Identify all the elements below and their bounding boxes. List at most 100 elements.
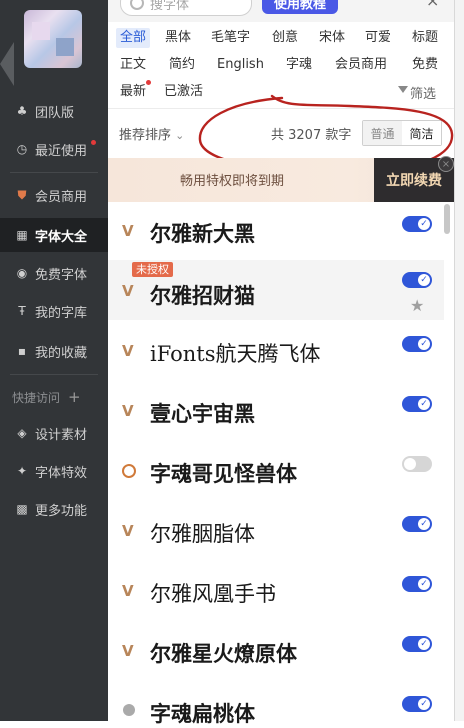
sidebar-item-label: 字体大全	[35, 229, 88, 245]
banner-close-icon[interactable]: ×	[438, 156, 454, 172]
font-name: 尔雅星火燎原体	[150, 641, 297, 666]
sort-dropdown[interactable]: 推荐排序 ⌄	[119, 124, 184, 143]
sidebar-item-label: 我的收藏	[35, 345, 88, 361]
category-tag[interactable]: 正文	[116, 55, 150, 75]
font-activate-toggle[interactable]: ✓	[402, 576, 432, 592]
clock-icon: ◷	[16, 142, 28, 156]
font-activate-toggle[interactable]: ✓	[402, 272, 432, 288]
font-activate-toggle[interactable]	[402, 456, 432, 472]
font-name: 尔雅新大黑	[150, 221, 255, 246]
sidebar-item-my-library[interactable]: Ŧ 我的字库	[0, 294, 108, 328]
star-icon[interactable]: ★	[410, 296, 424, 315]
unauthorized-badge: 未授权	[132, 262, 173, 277]
sidebar-item-more[interactable]: ▩ 更多功能	[0, 492, 108, 526]
category-tag[interactable]: 标题	[408, 28, 442, 48]
sidebar-item-recent[interactable]: ◷ 最近使用	[0, 132, 108, 166]
font-name: iFonts航天腾飞体	[150, 342, 321, 366]
collapse-arrow-icon[interactable]	[0, 42, 14, 86]
check-icon: ✓	[418, 698, 430, 710]
quick-access-label: 快捷访问	[12, 390, 61, 405]
sidebar-item-label: 更多功能	[35, 503, 88, 519]
font-library-icon: Ŧ	[18, 304, 26, 318]
check-icon: ✓	[418, 218, 430, 230]
check-icon: ✓	[418, 518, 430, 530]
sort-label: 推荐排序	[119, 128, 172, 143]
vip-crown-icon: V	[122, 222, 134, 240]
sidebar-item-free-fonts[interactable]: ◉ 免费字体	[0, 256, 108, 290]
font-activate-toggle[interactable]: ✓	[402, 396, 432, 412]
category-tag[interactable]: 毛笔字	[207, 28, 254, 48]
check-icon: ✓	[418, 274, 430, 286]
sidebar-item-label: 设计素材	[35, 427, 88, 443]
tutorial-button[interactable]: 使用教程	[262, 0, 338, 14]
vip-crown-icon: V	[122, 582, 134, 600]
font-list-item[interactable]: V 尔雅风凰手书 ✓	[108, 564, 444, 624]
font-activate-toggle[interactable]: ✓	[402, 636, 432, 652]
font-name: 壹心宇宙黑	[150, 401, 255, 426]
sidebar-item-team[interactable]: ♣ 团队版	[0, 94, 108, 128]
vip-crown-icon: V	[122, 522, 134, 540]
layers-icon: ◈	[17, 426, 27, 440]
check-icon: ✓	[418, 338, 430, 350]
check-icon: ✓	[418, 578, 430, 590]
sidebar-item-all-fonts[interactable]: ▦ 字体大全	[0, 218, 108, 252]
category-tag[interactable]: 可爱	[361, 28, 395, 48]
font-activate-toggle[interactable]: ✓	[402, 696, 432, 712]
sidebar-item-label: 最近使用	[35, 143, 88, 159]
sidebar-item-favorites[interactable]: ▪ 我的收藏	[0, 334, 108, 368]
font-list-item[interactable]: V 壹心宇宙黑 ✓	[108, 384, 444, 444]
sidebar-item-label: 字体特效	[35, 465, 88, 481]
notification-dot	[91, 140, 96, 145]
font-name: 尔雅胭脂体	[150, 522, 255, 546]
search-placeholder: 搜字体	[150, 0, 190, 13]
font-activate-toggle[interactable]: ✓	[402, 516, 432, 532]
zihun-brand-icon	[123, 704, 135, 716]
scrollbar-thumb[interactable]	[444, 204, 450, 234]
quick-access-header[interactable]: 快捷访问 +	[0, 380, 108, 414]
category-tag[interactable]: 免费	[408, 55, 442, 75]
font-activate-toggle[interactable]: ✓	[402, 216, 432, 232]
zihun-brand-icon	[122, 464, 136, 478]
chevron-down-icon: ⌄	[175, 129, 185, 142]
check-icon: ✓	[418, 398, 430, 410]
font-activate-toggle[interactable]: ✓	[402, 336, 432, 352]
vip-crown-icon: V	[122, 402, 134, 420]
font-list-item[interactable]: V iFonts航天腾飞体 ✓	[108, 324, 444, 384]
font-list-item[interactable]: 字魂扁桃体 ✓	[108, 684, 444, 726]
font-list-item[interactable]: 未授权 V 尔雅招财猫 ✓ ★	[108, 260, 444, 320]
font-name: 尔雅招财猫	[150, 283, 255, 308]
sidebar-divider	[10, 172, 98, 173]
sidebar-item-label: 会员商用	[35, 189, 88, 205]
font-list-item[interactable]: V 尔雅新大黑 ✓	[108, 204, 444, 264]
banner-text: 畅用特权即将到期	[180, 174, 285, 189]
font-list-item[interactable]: V 尔雅胭脂体 ✓	[108, 504, 444, 564]
vip-crown-icon: V	[122, 282, 134, 300]
add-quick-access-icon[interactable]: +	[68, 388, 81, 406]
font-name: 字魂扁桃体	[150, 701, 255, 726]
font-list-item[interactable]: V 尔雅星火燎原体 ✓	[108, 624, 444, 684]
category-tag[interactable]: 字魂	[282, 55, 316, 75]
check-icon: ✓	[418, 638, 430, 650]
font-name: 字魂哥见怪兽体	[150, 461, 297, 486]
sidebar-item-vip-commercial[interactable]: ⛊ 会员商用	[0, 178, 108, 212]
category-tag[interactable]: 简约	[165, 55, 199, 75]
category-tag[interactable]: 创意	[268, 28, 302, 48]
font-name: 尔雅风凰手书	[150, 582, 276, 606]
team-icon: ♣	[16, 104, 28, 118]
avatar[interactable]	[24, 10, 82, 68]
category-tag[interactable]: 会员商用	[331, 55, 391, 75]
shield-icon: ⛊	[17, 187, 27, 202]
vip-crown-icon: V	[122, 642, 134, 660]
category-tag[interactable]: 最新	[116, 82, 150, 102]
sidebar-divider	[10, 374, 98, 375]
font-list-item[interactable]: 字魂哥见怪兽体	[108, 444, 444, 504]
category-tag[interactable]: 全部	[116, 28, 151, 48]
category-tag[interactable]: 黑体	[161, 28, 195, 48]
sidebar-item-design-materials[interactable]: ◈ 设计素材	[0, 416, 108, 450]
sidebar-item-font-effects[interactable]: ✦ 字体特效	[0, 454, 108, 488]
magic-icon: ✦	[16, 464, 28, 478]
close-icon[interactable]: ×	[426, 0, 439, 10]
category-tag[interactable]: 宋体	[315, 28, 349, 48]
category-tag[interactable]: English	[213, 55, 268, 75]
sidebar-item-label: 免费字体	[35, 267, 88, 283]
